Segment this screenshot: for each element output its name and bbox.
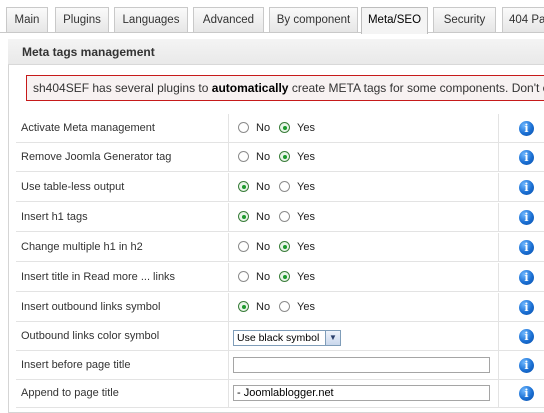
radio-no[interactable] xyxy=(238,241,249,252)
radio-no[interactable] xyxy=(238,122,249,133)
setting-label: Insert h1 tags xyxy=(21,211,88,223)
tab-by-component[interactable]: By component xyxy=(269,7,358,32)
radio-yes[interactable] xyxy=(279,301,290,312)
column-divider xyxy=(228,114,229,142)
setting-row-table-less: Use table-less output No Yes i xyxy=(16,173,544,202)
column-divider xyxy=(228,293,229,321)
radio-yes[interactable] xyxy=(279,181,290,192)
outbound-color-select[interactable]: Use black symbol ▼ xyxy=(233,330,341,346)
tab-plugins[interactable]: Plugins xyxy=(55,7,109,32)
radio-no[interactable] xyxy=(238,151,249,162)
column-divider xyxy=(228,203,229,231)
setting-row-multiple-h1: Change multiple h1 in h2 No Yes i xyxy=(16,233,544,262)
radio-no-label: No xyxy=(256,151,271,163)
setting-row-before-title: Insert before page title i xyxy=(16,351,544,380)
radio-yes[interactable] xyxy=(279,211,290,222)
setting-row-activate-meta: Activate Meta management No Yes i xyxy=(16,114,544,143)
column-divider xyxy=(228,351,229,379)
setting-label: Change multiple h1 in h2 xyxy=(21,241,143,253)
chevron-down-icon[interactable]: ▼ xyxy=(325,331,340,345)
info-icon[interactable]: i xyxy=(519,121,534,136)
radio-no[interactable] xyxy=(238,271,249,282)
tab-bar-divider xyxy=(0,32,544,33)
column-divider xyxy=(498,379,499,407)
info-icon[interactable]: i xyxy=(519,240,534,255)
radio-no[interactable] xyxy=(238,301,249,312)
column-divider xyxy=(228,263,229,291)
info-icon[interactable]: i xyxy=(519,358,534,373)
radio-yes[interactable] xyxy=(279,122,290,133)
column-divider xyxy=(498,322,499,350)
tab-meta-seo[interactable]: Meta/SEO xyxy=(361,7,428,34)
radio-no-label: No xyxy=(256,211,271,223)
radio-no[interactable] xyxy=(238,211,249,222)
tab-404-page[interactable]: 404 Pa xyxy=(502,7,544,32)
section-title: Meta tags management xyxy=(8,39,544,65)
column-divider xyxy=(498,351,499,379)
tab-languages[interactable]: Languages xyxy=(114,7,188,32)
column-divider xyxy=(498,203,499,231)
radio-no-label: No xyxy=(256,241,271,253)
info-icon[interactable]: i xyxy=(519,300,534,315)
info-icon[interactable]: i xyxy=(519,150,534,165)
column-divider xyxy=(228,233,229,261)
radio-no-label: No xyxy=(256,122,271,134)
notice-text-suffix: create META tags for some components. Do… xyxy=(291,81,544,95)
setting-label: Remove Joomla Generator tag xyxy=(21,151,172,163)
column-divider xyxy=(498,293,499,321)
tab-bar: Main Plugins Languages Advanced By compo… xyxy=(0,0,544,34)
info-icon[interactable]: i xyxy=(519,210,534,225)
column-divider xyxy=(228,379,229,407)
setting-label: Append to page title xyxy=(21,387,119,399)
column-divider xyxy=(228,173,229,201)
radio-yes[interactable] xyxy=(279,151,290,162)
setting-row-append-title: Append to page title - Joomlablogger.net… xyxy=(16,379,544,408)
radio-no-label: No xyxy=(256,181,271,193)
setting-label: Insert title in Read more ... links xyxy=(21,271,176,283)
setting-label: Insert outbound links symbol xyxy=(21,301,161,313)
tab-security[interactable]: Security xyxy=(433,7,496,32)
radio-yes-label: Yes xyxy=(297,181,315,193)
info-icon[interactable]: i xyxy=(519,386,534,401)
setting-row-read-more-title: Insert title in Read more ... links No Y… xyxy=(16,263,544,292)
notice-text-prefix: sh404SEF has several plugins to xyxy=(33,81,212,95)
column-divider xyxy=(228,322,229,350)
setting-label: Outbound links color symbol xyxy=(21,330,160,342)
setting-row-remove-generator: Remove Joomla Generator tag No Yes i xyxy=(16,143,544,172)
column-divider xyxy=(498,263,499,291)
radio-yes-label: Yes xyxy=(297,122,315,134)
setting-label: Insert before page title xyxy=(21,359,131,371)
info-icon[interactable]: i xyxy=(519,180,534,195)
radio-yes[interactable] xyxy=(279,271,290,282)
info-icon[interactable]: i xyxy=(519,329,534,344)
column-divider xyxy=(498,143,499,171)
notice-text-bold: automatically xyxy=(211,81,289,95)
radio-yes-label: Yes xyxy=(297,151,315,163)
column-divider xyxy=(498,173,499,201)
setting-row-insert-h1: Insert h1 tags No Yes i xyxy=(16,203,544,232)
radio-yes-label: Yes xyxy=(297,241,315,253)
notice-message: sh404SEF has several plugins to automati… xyxy=(26,75,544,101)
before-title-input[interactable] xyxy=(233,357,490,373)
radio-no-label: No xyxy=(256,271,271,283)
column-divider xyxy=(498,233,499,261)
radio-yes-label: Yes xyxy=(297,301,315,313)
radio-yes-label: Yes xyxy=(297,271,315,283)
column-divider xyxy=(228,143,229,171)
setting-label: Use table-less output xyxy=(21,181,125,193)
radio-no[interactable] xyxy=(238,181,249,192)
radio-yes[interactable] xyxy=(279,241,290,252)
setting-label: Activate Meta management xyxy=(21,122,155,134)
tab-main[interactable]: Main xyxy=(6,7,48,32)
setting-row-outbound-color: Outbound links color symbol Use black sy… xyxy=(16,322,544,351)
info-icon[interactable]: i xyxy=(519,270,534,285)
append-title-input[interactable]: - Joomlablogger.net xyxy=(233,385,490,401)
column-divider xyxy=(498,114,499,142)
setting-row-outbound-symbol: Insert outbound links symbol No Yes i xyxy=(16,293,544,322)
select-value: Use black symbol xyxy=(237,332,320,344)
radio-yes-label: Yes xyxy=(297,211,315,223)
radio-no-label: No xyxy=(256,301,271,313)
tab-advanced[interactable]: Advanced xyxy=(193,7,264,32)
